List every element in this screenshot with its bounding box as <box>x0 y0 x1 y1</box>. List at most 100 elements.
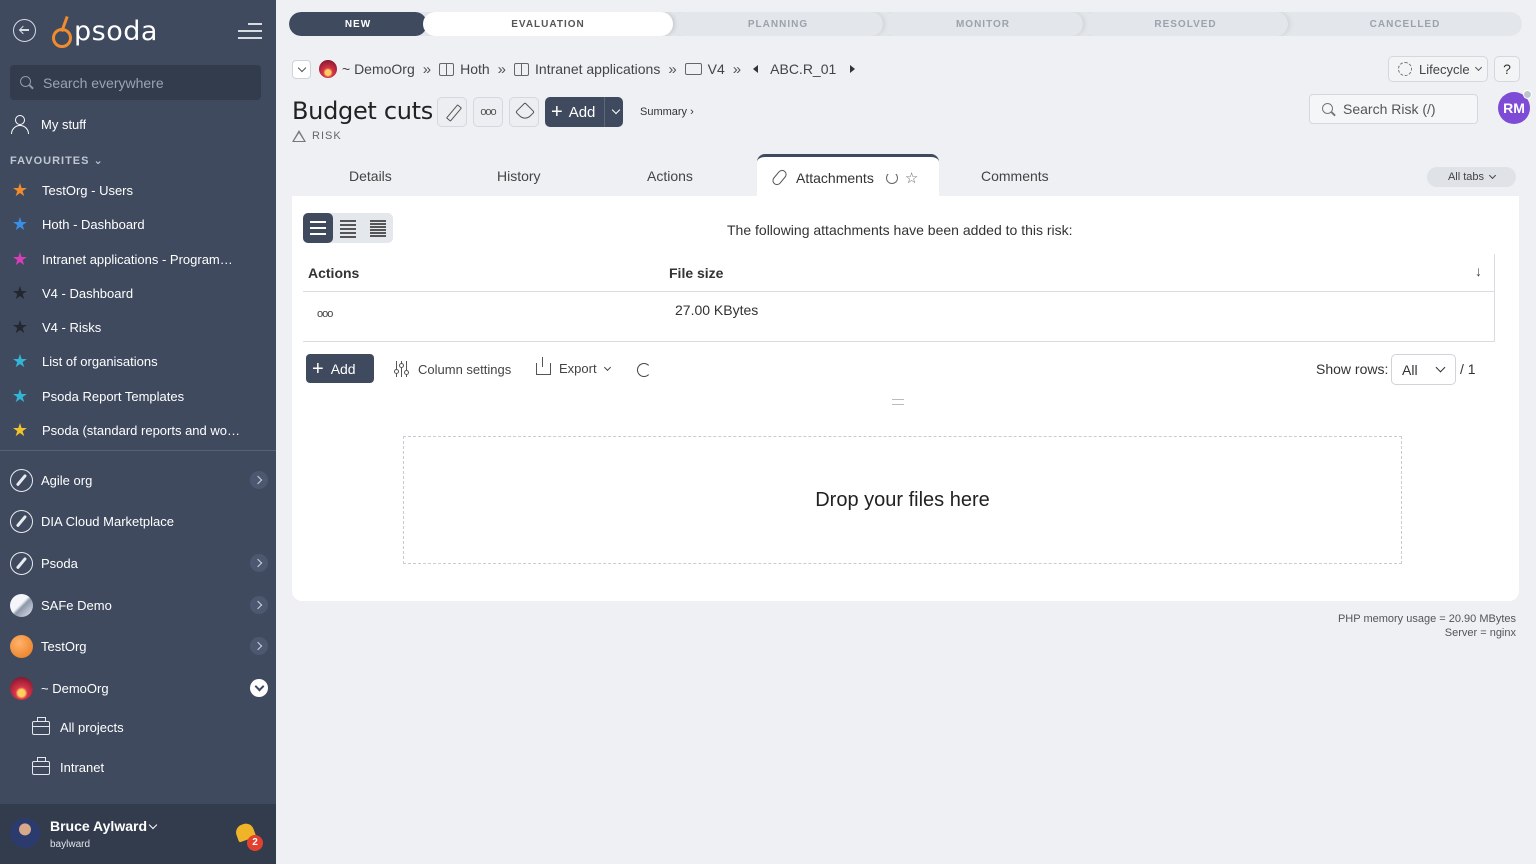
star-icon: ★ <box>11 420 29 440</box>
favourite-item[interactable]: ★ V4 - Risks <box>10 318 101 336</box>
favourite-item[interactable]: ★ TestOrg - Users <box>10 181 133 199</box>
breadcrumb-item[interactable]: V4 <box>708 61 725 77</box>
chevron-right-icon[interactable] <box>250 637 268 655</box>
plus-icon: + <box>312 357 324 380</box>
logo-mark-icon <box>50 16 72 48</box>
previous-item-icon[interactable] <box>753 65 759 73</box>
favourites-header[interactable]: FAVOURITES ⌄ <box>10 154 104 167</box>
resize-grip-icon[interactable] <box>892 399 904 405</box>
breadcrumb: ~ DemoOrg » Hoth » Intranet applications… <box>292 58 856 80</box>
breadcrumb-item[interactable]: Hoth <box>460 61 490 77</box>
my-stuff-link[interactable]: My stuff <box>10 115 86 134</box>
chevron-down-icon <box>603 363 611 371</box>
psoda-logo[interactable]: psoda <box>50 14 158 48</box>
tab-history[interactable]: History <box>497 168 541 184</box>
export-button[interactable]: Export <box>536 356 611 376</box>
more-options-icon[interactable]: ooo <box>473 97 503 127</box>
sub-item-intranet[interactable]: Intranet <box>32 756 104 775</box>
testorg-logo-icon <box>10 634 33 658</box>
file-dropzone[interactable]: Drop your files here <box>403 436 1402 564</box>
star-icon: ★ <box>11 249 29 269</box>
reload-icon[interactable] <box>637 363 651 377</box>
server-info: PHP memory usage = 20.90 MBytes Server =… <box>1337 613 1516 639</box>
programme-icon <box>514 62 530 76</box>
briefcase-icon <box>32 716 50 735</box>
table-header: Actions File size ↓ <box>303 254 1495 292</box>
favourite-item[interactable]: ★ V4 - Dashboard <box>10 284 133 302</box>
tab-comments[interactable]: Comments <box>981 168 1049 184</box>
presence-status-icon <box>1523 90 1532 99</box>
tab-details[interactable]: Details <box>349 168 392 184</box>
risk-search-input[interactable] <box>1343 101 1473 117</box>
safe-demo-logo-icon <box>10 593 33 617</box>
collapse-menu-icon[interactable] <box>238 22 262 40</box>
tab-actions[interactable]: Actions <box>647 168 693 184</box>
star-outline-icon[interactable]: ☆ <box>905 169 918 187</box>
stage-new[interactable]: NEW <box>289 12 427 36</box>
favourite-item[interactable]: ★ List of organisations <box>10 352 158 370</box>
stage-cancelled[interactable]: CANCELLED <box>1288 12 1522 36</box>
refresh-icon[interactable] <box>885 171 898 184</box>
favourite-item[interactable]: ★ Psoda (standard reports and work... <box>10 421 242 439</box>
row-actions-icon[interactable]: ooo <box>317 308 333 320</box>
user-login: baylward <box>50 839 91 850</box>
help-button[interactable]: ? <box>1494 56 1520 82</box>
sort-arrow-icon[interactable]: ↓ <box>1475 263 1482 279</box>
tab-attachments[interactable]: Attachments ☆ <box>757 154 939 198</box>
stage-resolved[interactable]: RESOLVED <box>1083 12 1288 36</box>
stage-planning[interactable]: PLANNING <box>673 12 883 36</box>
add-attachment-button[interactable]: + Add <box>306 354 374 383</box>
user-icon <box>10 115 29 134</box>
summary-link[interactable]: Summary › <box>640 106 694 118</box>
org-item-psoda[interactable]: Psoda <box>10 548 268 578</box>
demoorg-logo-icon <box>10 676 33 700</box>
stage-evaluation[interactable]: EVALUATION <box>423 12 673 36</box>
risk-search <box>1309 94 1478 124</box>
favourite-item[interactable]: ★ Hoth - Dashboard <box>10 215 145 233</box>
show-rows-select[interactable]: All <box>1391 354 1456 385</box>
view-comfortable-icon[interactable] <box>303 213 333 243</box>
current-user-panel[interactable]: Bruce Aylward baylward 2 <box>0 804 276 864</box>
star-icon: ★ <box>11 351 29 371</box>
briefcase-icon <box>32 756 50 775</box>
chevron-right-icon[interactable] <box>250 596 268 614</box>
attachments-panel: The following attachments have been adde… <box>292 196 1519 601</box>
favourite-item[interactable]: ★ Psoda Report Templates <box>10 387 184 405</box>
view-dense-icon[interactable] <box>363 213 393 243</box>
plus-icon: + <box>551 101 563 123</box>
chevron-down-icon <box>1488 171 1497 180</box>
breadcrumb-org[interactable]: ~ DemoOrg <box>342 61 415 77</box>
org-item-testorg[interactable]: TestOrg <box>10 631 268 661</box>
add-dropdown-button[interactable]: + Add <box>545 97 623 127</box>
column-settings-button[interactable]: Column settings <box>393 361 511 377</box>
tag-icon[interactable] <box>509 97 539 127</box>
org-item-demoorg[interactable]: ~ DemoOrg <box>10 673 268 703</box>
stage-monitor[interactable]: MONITOR <box>883 12 1083 36</box>
org-item-safe-demo[interactable]: SAFe Demo <box>10 590 268 620</box>
lifecycle-icon <box>1398 62 1412 76</box>
column-header-file-size[interactable]: File size <box>669 265 723 281</box>
star-icon: ★ <box>11 214 29 234</box>
project-icon <box>684 63 702 75</box>
column-header-actions[interactable]: Actions <box>308 265 359 281</box>
all-tabs-dropdown[interactable]: All tabs <box>1427 167 1516 187</box>
global-search-input[interactable] <box>43 74 253 91</box>
back-arrow-icon[interactable] <box>13 19 36 42</box>
lifecycle-button[interactable]: Lifecycle <box>1388 56 1488 82</box>
sub-item-all-projects[interactable]: All projects <box>32 716 124 735</box>
notification-count-badge: 2 <box>247 835 263 851</box>
breadcrumb-item[interactable]: Intranet applications <box>535 61 660 77</box>
chevron-down-icon[interactable] <box>250 679 268 697</box>
org-item-agile-org[interactable]: Agile org <box>10 465 268 495</box>
chevron-right-icon[interactable] <box>250 471 268 489</box>
star-icon: ★ <box>11 386 29 406</box>
next-item-icon[interactable] <box>850 65 856 73</box>
org-item-dia-cloud[interactable]: DIA Cloud Marketplace <box>10 506 268 536</box>
view-compact-icon[interactable] <box>333 213 363 243</box>
breadcrumb-dropdown-button[interactable] <box>292 59 311 79</box>
edit-pencil-icon[interactable] <box>437 97 467 127</box>
favourite-item[interactable]: ★ Intranet applications - Programme... <box>10 250 242 268</box>
chevron-down-icon[interactable] <box>148 820 158 830</box>
search-icon <box>1322 102 1335 116</box>
chevron-right-icon[interactable] <box>250 554 268 572</box>
